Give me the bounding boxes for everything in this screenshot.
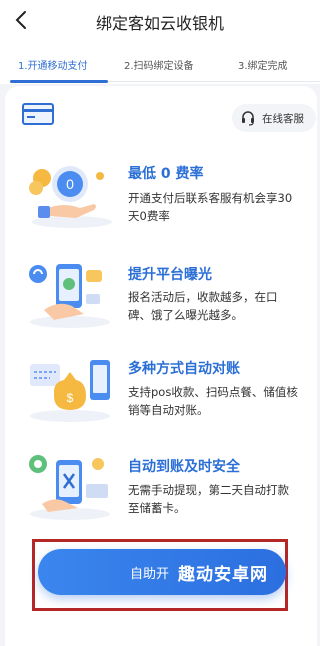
step-1[interactable]: 1.开通移动支付 <box>18 57 88 72</box>
svg-text:$: $ <box>67 391 74 405</box>
feature-3-title: 多种方式自动对账 <box>128 361 240 377</box>
step-divider <box>108 81 320 82</box>
headset-icon <box>242 111 254 126</box>
online-service-label: 在线客服 <box>262 113 304 125</box>
svg-text:0: 0 <box>66 176 74 192</box>
phone-security-illustration <box>29 455 110 520</box>
page-title: 绑定客如云收银机 <box>95 14 224 33</box>
step-3[interactable]: 3.绑定完成 <box>238 57 288 72</box>
step-1-underline <box>10 80 108 83</box>
credit-card-icon <box>22 103 54 125</box>
online-service-button[interactable]: 在线客服 <box>232 104 316 132</box>
feature-1-title: 最低 0 费率 <box>128 166 204 182</box>
feature-1-desc: 开通支付后联系客服有机会享30天0费率 <box>128 191 293 223</box>
feature-4-title: 自动到账及时安全 <box>128 459 240 475</box>
moneybag-illustration: $ <box>30 360 110 422</box>
nav-bar: 绑定客如云收银机 <box>0 0 320 44</box>
coin-hand-illustration: 0 <box>29 166 112 228</box>
feature-2-title: 提升平台曝光 <box>128 267 212 283</box>
feature-3-desc: 支持pos收款、扫码点餐、储值核销等自动对账。 <box>128 385 298 417</box>
cta-label: 自助开 <box>130 567 170 582</box>
feature-2-desc: 报名活动后，收款越多，在口碑、饿了么曝光越多。 <box>128 290 278 322</box>
watermark: 趣动安卓网 <box>178 565 268 585</box>
step-2[interactable]: 2.扫码绑定设备 <box>124 57 194 72</box>
step-indicator: 1.开通移动支付 2.扫码绑定设备 3.绑定完成 <box>0 44 320 84</box>
phone-hand-illustration <box>29 264 110 328</box>
feature-4-desc: 无需手动提现，第二天自动打款至储蓄卡。 <box>128 483 289 515</box>
